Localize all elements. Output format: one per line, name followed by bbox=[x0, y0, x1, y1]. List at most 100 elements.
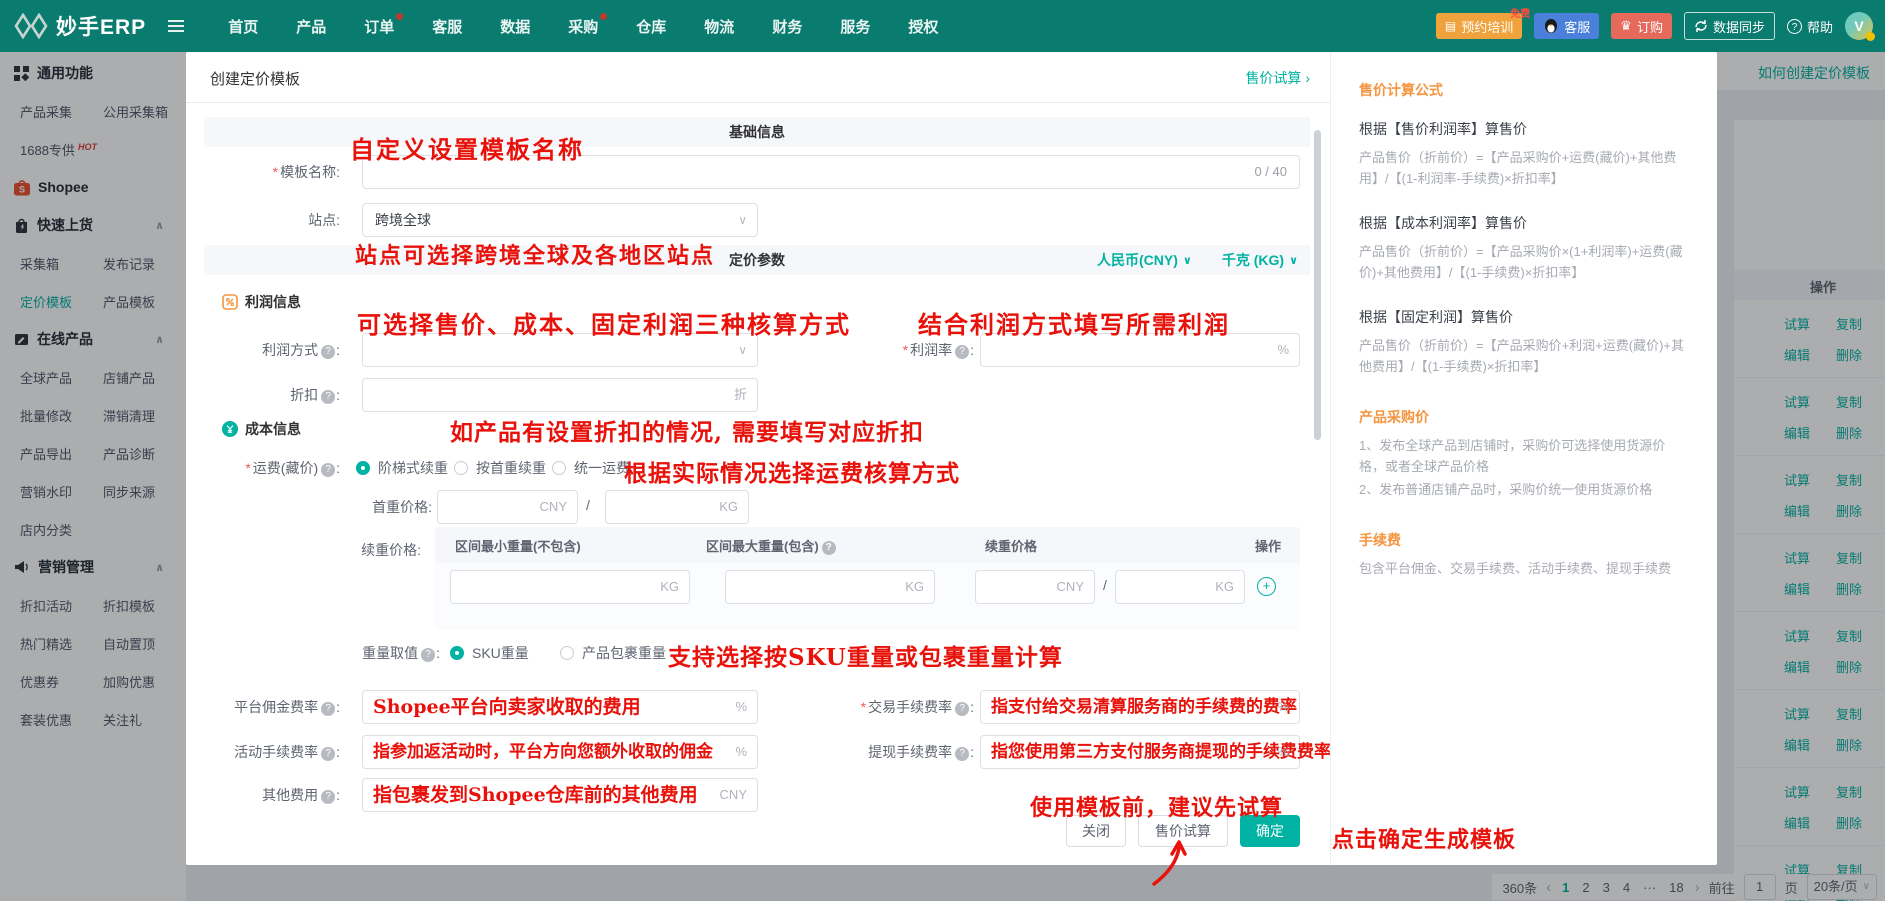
nav-item-data[interactable]: 数据 bbox=[500, 16, 530, 37]
support-button[interactable]: 客服 bbox=[1534, 13, 1599, 39]
trade-fee-label: *交易手续费率?: bbox=[786, 690, 974, 724]
help-button[interactable]: ? 帮助 bbox=[1787, 17, 1833, 36]
colon: : bbox=[417, 542, 421, 558]
percent-suffix: % bbox=[1277, 691, 1289, 723]
formula-3-head: 根据【固定利润】算售价 bbox=[1359, 307, 1691, 327]
radio-label-tiered[interactable]: 阶梯式续重 bbox=[378, 458, 448, 478]
nav-item-warehouse[interactable]: 仓库 bbox=[636, 16, 666, 37]
question-icon[interactable]: ? bbox=[321, 702, 335, 716]
add-row-button[interactable]: + bbox=[1257, 577, 1276, 596]
group-title: 利润信息 bbox=[245, 292, 301, 312]
question-icon[interactable]: ? bbox=[421, 648, 435, 662]
col-max-weight: 区间最大重量(包含)? bbox=[706, 536, 837, 555]
brand[interactable]: 妙手ERP bbox=[14, 11, 146, 41]
radio-label-sku[interactable]: SKU重量 bbox=[472, 643, 529, 663]
zhe-suffix: 折 bbox=[734, 379, 747, 411]
other-fee-input[interactable]: 指包裹发到Shopee仓库前的其他费用 CNY bbox=[362, 778, 758, 812]
question-icon[interactable]: ? bbox=[955, 747, 969, 761]
radio-package-weight[interactable] bbox=[560, 646, 574, 660]
kg-suffix: KG bbox=[1215, 571, 1234, 603]
formula-3-body: 产品售价（折前价）=【产品采购价+利润+运费(藏价)+其他费用】/【(1-手续费… bbox=[1359, 335, 1691, 377]
radio-flat-shipping[interactable] bbox=[552, 461, 566, 475]
label-text: 折扣 bbox=[290, 387, 318, 403]
hamburger-menu-icon[interactable] bbox=[168, 17, 188, 35]
question-icon[interactable]: ? bbox=[321, 345, 335, 359]
discount-input[interactable]: 折 bbox=[362, 378, 758, 412]
nav-item-services[interactable]: 服务 bbox=[840, 16, 870, 37]
label-text: 站点 bbox=[308, 212, 336, 228]
help-label: 帮助 bbox=[1807, 17, 1833, 36]
currency-value: 人民币(CNY) bbox=[1097, 250, 1178, 270]
question-icon[interactable]: ? bbox=[321, 390, 335, 404]
data-sync-button[interactable]: 数据同步 bbox=[1684, 12, 1775, 40]
subscribe-button[interactable]: ♛ 订购 bbox=[1611, 13, 1672, 39]
purchase-price-line-1: 1、发布全球产品到店铺时，采购价可选择使用货源价格，或者全球产品价格 bbox=[1359, 435, 1691, 477]
nav-item-finance[interactable]: 财务 bbox=[772, 16, 802, 37]
max-weight-input[interactable]: KG bbox=[725, 570, 935, 604]
radio-label-package[interactable]: 产品包裹重量 bbox=[582, 643, 666, 663]
question-icon[interactable]: ? bbox=[321, 463, 335, 477]
formula-1-head: 根据【售价利润率】算售价 bbox=[1359, 119, 1691, 139]
first-weight-kg-input[interactable]: KG bbox=[605, 490, 749, 524]
site-select[interactable]: 跨境全球 ∨ bbox=[362, 203, 758, 237]
brand-name: 妙手ERP bbox=[56, 11, 146, 41]
label-text: 首重价格 bbox=[372, 499, 428, 515]
question-icon[interactable]: ? bbox=[321, 790, 335, 804]
col-cont-price: 续重价格 bbox=[985, 536, 1037, 555]
red-arrow-icon bbox=[1148, 838, 1194, 888]
modal-scrollbar[interactable] bbox=[1314, 130, 1321, 440]
label-text: 运费(藏价) bbox=[253, 460, 318, 476]
arrow-right-icon: › bbox=[1305, 70, 1310, 86]
annotation-platform-fee: Shopee平台向卖家收取的费用 bbox=[373, 691, 641, 723]
cont-price-input[interactable]: CNY bbox=[975, 570, 1095, 604]
question-icon[interactable]: ? bbox=[822, 541, 836, 555]
book-icon: ▤ bbox=[1445, 19, 1456, 33]
shipping-label: *运费(藏价)?: bbox=[186, 458, 340, 478]
annotation-other-fee: 指包裹发到Shopee仓库前的其他费用 bbox=[373, 779, 698, 811]
radio-tiered-weight[interactable] bbox=[356, 461, 370, 475]
nav-item-logistics[interactable]: 物流 bbox=[704, 16, 734, 37]
nav-item-service[interactable]: 客服 bbox=[432, 16, 462, 37]
colon: : bbox=[336, 699, 340, 715]
nav-label: 财务 bbox=[772, 19, 802, 36]
required-star: * bbox=[903, 342, 908, 358]
annotation-trade-fee: 指支付给交易清算服务商的手续费的费率 bbox=[991, 691, 1297, 723]
formula-1-body: 产品售价（折前价）=【产品采购价+运费(藏价)+其他费用】/【(1-利润率-手续… bbox=[1359, 147, 1691, 189]
profit-info-group: 利润信息 bbox=[222, 292, 301, 312]
app-root: 妙手ERP 首页 产品 订单 客服 数据 采购 仓库 物流 财务 服务 授权 ▤… bbox=[0, 0, 1885, 901]
min-weight-input[interactable]: KG bbox=[450, 570, 690, 604]
radio-first-weight[interactable] bbox=[454, 461, 468, 475]
nav-item-product[interactable]: 产品 bbox=[296, 16, 326, 37]
nav-item-authorize[interactable]: 授权 bbox=[908, 16, 938, 37]
kg-suffix: KG bbox=[719, 491, 738, 523]
activity-fee-input[interactable]: 指参加返活动时，平台方向您额外收取的佣金 % bbox=[362, 735, 758, 769]
nav-item-home[interactable]: 首页 bbox=[228, 16, 258, 37]
radio-sku-weight[interactable] bbox=[450, 646, 464, 660]
question-icon[interactable]: ? bbox=[321, 747, 335, 761]
col-text: 区间最大重量(包含) bbox=[706, 539, 819, 554]
colon: : bbox=[970, 342, 974, 358]
nav-item-purchase[interactable]: 采购 bbox=[568, 16, 598, 37]
price-trial-link[interactable]: 售价试算 › bbox=[1245, 68, 1310, 88]
section-title: 定价参数 bbox=[729, 250, 785, 270]
radio-label-first[interactable]: 按首重续重 bbox=[476, 458, 546, 478]
question-icon[interactable]: ? bbox=[955, 345, 969, 359]
trade-fee-input[interactable]: 指支付给交易清算服务商的手续费的费率 % bbox=[980, 690, 1300, 724]
cont-kg-input[interactable]: KG bbox=[1115, 570, 1245, 604]
weight-unit-select[interactable]: 千克 (KG)∨ bbox=[1222, 250, 1298, 270]
first-weight-price-input[interactable]: CNY bbox=[437, 490, 578, 524]
avatar[interactable]: V bbox=[1845, 12, 1873, 40]
training-button[interactable]: ▤ 预约培训 免费 bbox=[1436, 13, 1522, 39]
label-text: 模板名称 bbox=[280, 164, 336, 180]
withdraw-fee-input[interactable]: 指您使用第三方支付服务商提现的手续费费率 % bbox=[980, 735, 1300, 769]
question-icon[interactable]: ? bbox=[955, 702, 969, 716]
platform-fee-input[interactable]: Shopee平台向卖家收取的费用 % bbox=[362, 690, 758, 724]
currency-select[interactable]: 人民币(CNY)∨ bbox=[1097, 250, 1192, 270]
radio-label-flat[interactable]: 统一运费 bbox=[574, 458, 630, 478]
site-value: 跨境全球 bbox=[375, 204, 431, 236]
profit-icon bbox=[222, 294, 238, 310]
profit-mode-label: 利润方式?: bbox=[186, 333, 340, 367]
nav-item-order[interactable]: 订单 bbox=[364, 16, 394, 37]
annotation-shipping: 根据实际情况选择运费核算方式 bbox=[624, 454, 960, 488]
colon: : bbox=[336, 387, 340, 403]
